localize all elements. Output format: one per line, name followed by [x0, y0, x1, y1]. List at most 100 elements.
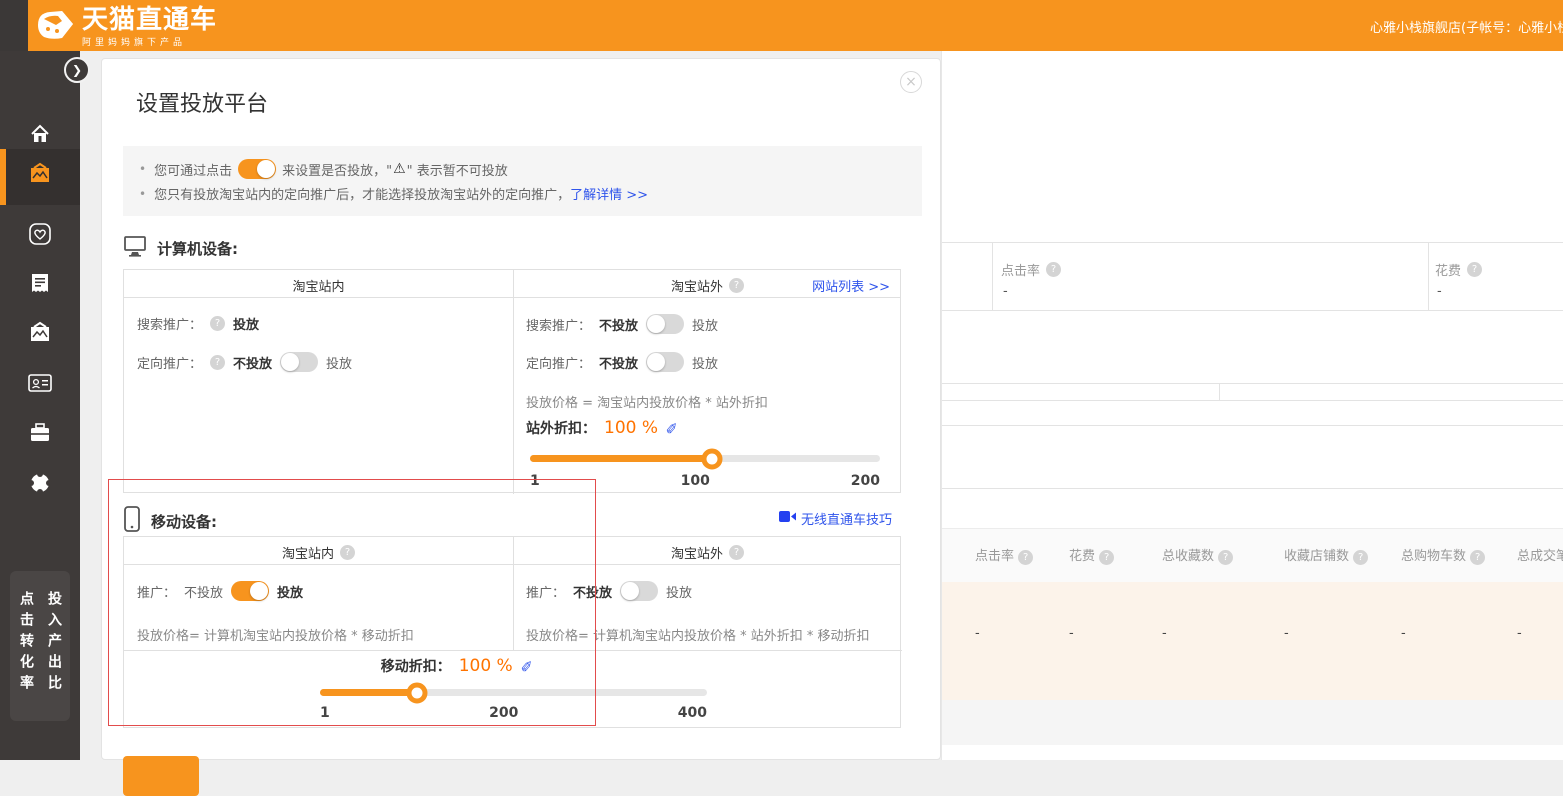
question-icon[interactable]: ? [1218, 550, 1233, 565]
sidebar-expand-button[interactable]: ❯ [64, 57, 90, 83]
mobile-discount-slider[interactable] [320, 689, 707, 696]
summary-value-ctr: - [1003, 284, 1008, 299]
question-icon[interactable]: ? [1099, 550, 1114, 565]
divider [942, 242, 1563, 243]
col-taobao-inside: 淘宝站内 [124, 276, 513, 295]
divider [124, 650, 902, 651]
edit-icon[interactable]: ✎ [663, 421, 682, 435]
computer-outside-targeted-toggle[interactable] [646, 352, 684, 372]
question-icon[interactable]: ? [1018, 550, 1033, 565]
column-header: 收藏店铺数 ? [1284, 545, 1368, 565]
question-icon[interactable]: ? [1046, 262, 1061, 277]
col-taobao-outside: 淘宝站外 ? [513, 543, 902, 562]
outside-discount: 站外折扣： 100 % ✎ [526, 418, 679, 438]
computer-outside-targeted-row: 定向推广： 不投放 投放 [526, 352, 718, 372]
chevron-right-icon: ❯ [72, 63, 82, 77]
document-icon [29, 272, 51, 300]
wheel-icon [27, 470, 53, 500]
sidebar-metrics-panel[interactable]: 点击转化率 投入产出比 [10, 571, 70, 721]
id-card-icon [27, 372, 53, 398]
mobile-inside-toggle[interactable] [231, 581, 269, 601]
outside-price-formula: 投放价格 = 淘宝站内投放价格 * 站外折扣 [526, 392, 768, 411]
slider-knob[interactable] [406, 682, 427, 703]
background-report-panel: 点击率 ? - 花费 ? - 点击率 ? 花费 ? 总收藏数 ? 收藏店铺数 ?… [941, 50, 1563, 760]
column-header: 总收藏数 ? [1162, 545, 1233, 565]
bullet-icon: • [139, 187, 146, 201]
divider [1428, 242, 1429, 310]
slider-knob[interactable] [702, 448, 723, 469]
divider [942, 383, 1563, 384]
computer-platform-table: 淘宝站内 淘宝站外 ? 网站列表 >> 搜索推广： ? 投放 定向推广： ? 不… [123, 269, 901, 493]
question-icon[interactable]: ? [729, 545, 744, 560]
confirm-button[interactable] [123, 756, 199, 796]
computer-outside-search-row: 搜索推广： 不投放 投放 [526, 314, 718, 334]
table-row: - - - - - - [942, 582, 1563, 700]
sidebar-item-report[interactable] [0, 264, 80, 308]
metric-click-conversion: 点击转化率 [16, 591, 36, 721]
col-taobao-inside: 淘宝站内 ? [124, 543, 513, 562]
bullet-icon: • [139, 162, 146, 176]
column-header: 花费 ? [1069, 545, 1114, 565]
briefcase-icon [28, 421, 52, 449]
close-icon[interactable]: × [900, 71, 922, 93]
divider [513, 537, 514, 650]
picture-frame-icon [27, 162, 53, 192]
question-icon[interactable]: ? [210, 316, 225, 331]
sidebar: 点击转化率 投入产出比 [0, 51, 80, 760]
metrics-table-header: 点击率 ? 花费 ? 总收藏数 ? 收藏店铺数 ? 总购物车数 ? 总成交笔 [942, 528, 1563, 583]
computer-inside-targeted-toggle[interactable] [280, 352, 318, 372]
question-icon[interactable]: ? [1470, 550, 1485, 565]
question-icon[interactable]: ? [1467, 262, 1482, 277]
notice-box: • 您可通过点击 来设置是否投放，" ⚠ " 表示暂不可投放 • 您只有投放淘宝… [123, 146, 922, 216]
mobile-outside-row: 推广： 不投放 投放 [526, 581, 692, 601]
notice-line-2: • 您只有投放淘宝站内的定向推广后，才能选择投放淘宝站外的定向推广， 了解详情 … [139, 184, 906, 203]
mobile-inside-row: 推广： 不投放 投放 [137, 581, 303, 601]
active-indicator [0, 149, 6, 205]
account-name[interactable]: 心雅小栈旗舰店(子帐号：心雅小栈 [1370, 17, 1563, 36]
wireless-tips-link[interactable]: 无线直通车技巧 [801, 509, 892, 528]
metric-roi: 投入产出比 [44, 591, 64, 721]
monitor-icon [123, 235, 147, 261]
computer-section-label: 计算机设备: [123, 235, 238, 261]
table-cell: - [1162, 626, 1167, 641]
slider-scale: 1 200 400 [320, 705, 707, 721]
logo[interactable]: 天猫直通车 阿里妈妈旗下产品 [32, 5, 217, 49]
mobile-platform-table: 淘宝站内 ? 淘宝站外 ? 推广： 不投放 投放 推广： 不投放 投放 投放价格… [123, 536, 901, 728]
question-icon[interactable]: ? [1353, 550, 1368, 565]
edit-icon[interactable]: ✎ [517, 659, 536, 673]
logo-title: 天猫直通车 [82, 6, 217, 34]
sidebar-item-help[interactable] [0, 463, 80, 507]
mobile-table-header: 淘宝站内 ? 淘宝站外 ? [124, 537, 900, 565]
wireless-tips[interactable]: 无线直通车技巧 [779, 509, 892, 528]
mobile-outside-toggle[interactable] [620, 581, 658, 601]
table-cell: - [1517, 626, 1522, 641]
slider-fill [320, 689, 417, 696]
computer-outside-search-toggle[interactable] [646, 314, 684, 334]
frame-icon [27, 321, 53, 351]
phone-icon [123, 506, 141, 536]
sidebar-item-favorites[interactable] [0, 214, 80, 258]
sidebar-item-tools[interactable] [0, 413, 80, 457]
outside-discount-slider[interactable] [530, 455, 880, 462]
column-header: 点击率 ? [975, 545, 1033, 565]
divider [942, 488, 1563, 489]
sidebar-item-account-card[interactable] [0, 363, 80, 407]
divider [942, 400, 1563, 401]
sidebar-item-creative[interactable] [0, 314, 80, 358]
modal-title: 设置投放平台 [136, 86, 268, 118]
video-camera-icon [779, 511, 796, 526]
corner-dark-block [0, 0, 28, 51]
mobile-section-label: 移动设备: [123, 506, 217, 536]
question-icon[interactable]: ? [340, 545, 355, 560]
slider-fill [530, 455, 712, 462]
table-cell: - [975, 626, 980, 641]
notice-line-1: • 您可通过点击 来设置是否投放，" ⚠ " 表示暂不可投放 [139, 159, 906, 179]
learn-more-link[interactable]: 了解详情 >> [570, 184, 648, 203]
question-icon[interactable]: ? [210, 355, 225, 370]
table-cell: - [1284, 626, 1289, 641]
site-list-link[interactable]: 网站列表 >> [812, 276, 890, 295]
logo-subtitle: 阿里妈妈旗下产品 [82, 35, 217, 48]
sample-toggle-icon [238, 159, 276, 179]
question-icon[interactable]: ? [729, 278, 744, 293]
sidebar-item-campaign-active[interactable] [0, 149, 80, 205]
